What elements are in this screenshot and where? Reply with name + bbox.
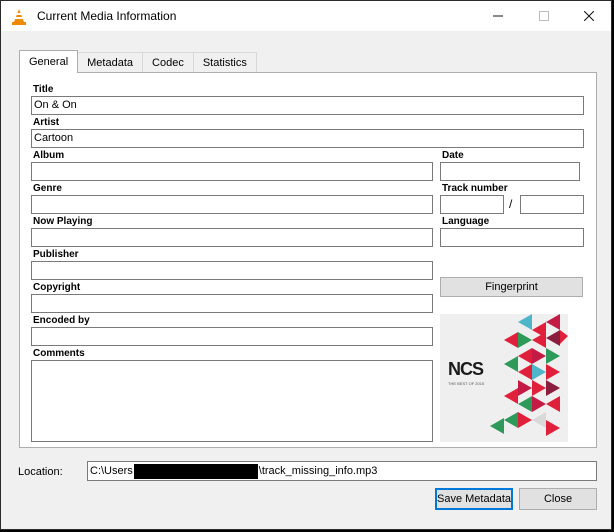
title-label: Title [33, 84, 54, 95]
vlc-cone-icon [12, 9, 26, 25]
publisher-field[interactable] [31, 261, 433, 280]
genre-label: Genre [33, 183, 62, 194]
date-label: Date [442, 150, 464, 161]
date-field[interactable] [440, 162, 580, 181]
ncs-subtitle: THE BEST OF 2015 [448, 381, 485, 386]
comments-label: Comments [33, 348, 85, 359]
album-field[interactable] [31, 162, 433, 181]
title-bar[interactable]: Current Media Information [1, 1, 611, 31]
location-field[interactable]: C:\Users \track_missing_info.mp3 [87, 461, 597, 481]
artist-label: Artist [33, 117, 60, 128]
tab-bar: General Metadata Codec Statistics [19, 50, 257, 73]
general-panel: Title On & On Artist Cartoon Album Date … [19, 72, 597, 448]
media-info-window: Current Media Information General Metada… [0, 0, 612, 530]
language-label: Language [442, 216, 490, 227]
redaction-bar [133, 463, 258, 479]
album-label: Album [33, 150, 65, 161]
location-label: Location: [18, 466, 63, 478]
save-metadata-button[interactable]: Save Metadata [435, 488, 513, 510]
encoded-by-label: Encoded by [33, 315, 90, 326]
encoded-by-field[interactable] [31, 327, 433, 346]
tab-general[interactable]: General [19, 50, 79, 73]
tab-codec[interactable]: Codec [142, 52, 194, 73]
location-prefix: C:\Users [90, 465, 133, 477]
track-number-field[interactable] [440, 195, 504, 214]
copyright-field[interactable] [31, 294, 433, 313]
track-total-field[interactable] [520, 195, 584, 214]
track-separator: / [509, 197, 513, 211]
tab-metadata[interactable]: Metadata [77, 52, 144, 73]
album-cover: NCS THE BEST OF 2015 [440, 314, 568, 442]
copyright-label: Copyright [33, 282, 81, 293]
title-field[interactable]: On & On [31, 96, 584, 115]
window-title: Current Media Information [37, 9, 177, 23]
close-icon [584, 11, 594, 21]
fingerprint-button[interactable]: Fingerprint [440, 277, 583, 297]
track-number-label: Track number [442, 183, 508, 194]
maximize-button[interactable] [521, 1, 567, 31]
tab-statistics[interactable]: Statistics [192, 52, 257, 73]
minimize-icon [493, 15, 503, 17]
artist-field[interactable]: Cartoon [31, 129, 584, 148]
close-button[interactable]: Close [519, 488, 597, 510]
publisher-label: Publisher [33, 249, 79, 260]
language-field[interactable] [440, 228, 584, 247]
location-suffix: \track_missing_info.mp3 [258, 465, 378, 477]
now-playing-label: Now Playing [33, 216, 93, 227]
now-playing-field[interactable] [31, 228, 433, 247]
minimize-button[interactable] [475, 1, 521, 31]
genre-field[interactable] [31, 195, 433, 214]
ncs-logo-text: NCS [448, 359, 484, 379]
ncs-logo: NCS THE BEST OF 2015 [448, 360, 492, 386]
close-window-button[interactable] [566, 1, 612, 31]
comments-field[interactable] [31, 360, 433, 442]
maximize-icon [539, 11, 549, 21]
